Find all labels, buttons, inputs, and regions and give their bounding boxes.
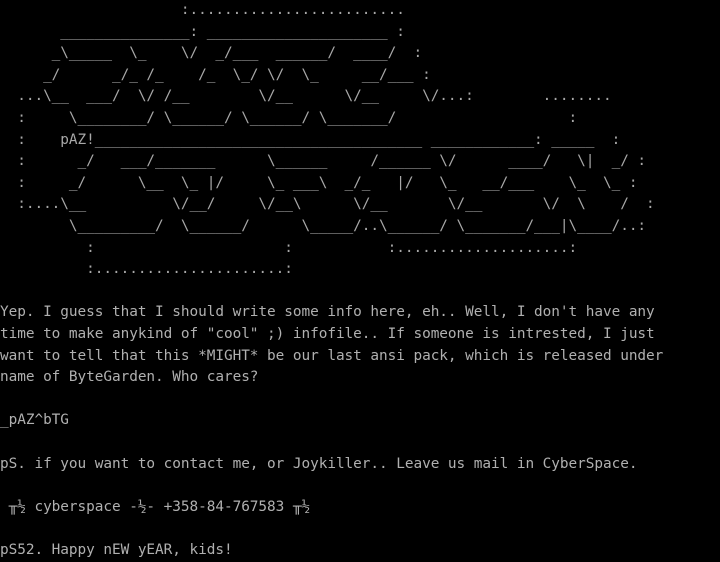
info-paragraph-line: time to make anykind of "cool" ;) infofi… bbox=[0, 326, 655, 342]
logo-line: :....\__ \/__/ \/__\ \/__ \/__ \/ \ / : bbox=[0, 196, 655, 213]
logo-line: _\_____ \_ \/ _/___ ______/ ____/ : bbox=[0, 45, 423, 62]
logo-line: _______________: _____________________ : bbox=[0, 23, 405, 40]
info-paragraph-line: Yep. I guess that I should write some in… bbox=[0, 304, 655, 321]
info-paragraph-line: want to tell that this *MIGHT* be our la… bbox=[0, 347, 664, 364]
logo-line: _/ _/_ /_ /_ \_/ \/ \_ __/___ : bbox=[0, 66, 431, 83]
ansi-text-screen: :......................... _____________… bbox=[0, 0, 720, 561]
info-paragraph-line: name of ByteGarden. Who cares? bbox=[0, 369, 259, 386]
logo-line: :......................: bbox=[0, 261, 293, 278]
logo-line: :......................... bbox=[0, 2, 405, 18]
logo-line: : \________/ \______/ \______/ \_______/… bbox=[0, 110, 578, 126]
logo-line: : : :....................: bbox=[0, 239, 578, 256]
bbs-line: ╥½ cyberspace -½- +358-84-767583 ╥½ bbox=[0, 498, 311, 515]
ps2-line: pS52. Happy nEW yEAR, kids! bbox=[0, 542, 233, 558]
logo-line: : pAZ!__________________________________… bbox=[0, 131, 621, 148]
logo-line: ...\__ ___/ \/ /__ \/__ \/__ \/...: ....… bbox=[0, 88, 612, 105]
logo-line: : _/ \__ \_ |/ \_ ___\ _/_ |/ \_ __/___ … bbox=[0, 174, 638, 191]
signature: _pAZ^bTG bbox=[0, 412, 69, 429]
contact-line: pS. if you want to contact me, or Joykil… bbox=[0, 455, 638, 472]
logo-line: : _/ ___/_______ \______ /______ \/ ____… bbox=[0, 153, 647, 170]
logo-line: \_________/ \______/ \_____/..\______/ \… bbox=[0, 218, 647, 234]
